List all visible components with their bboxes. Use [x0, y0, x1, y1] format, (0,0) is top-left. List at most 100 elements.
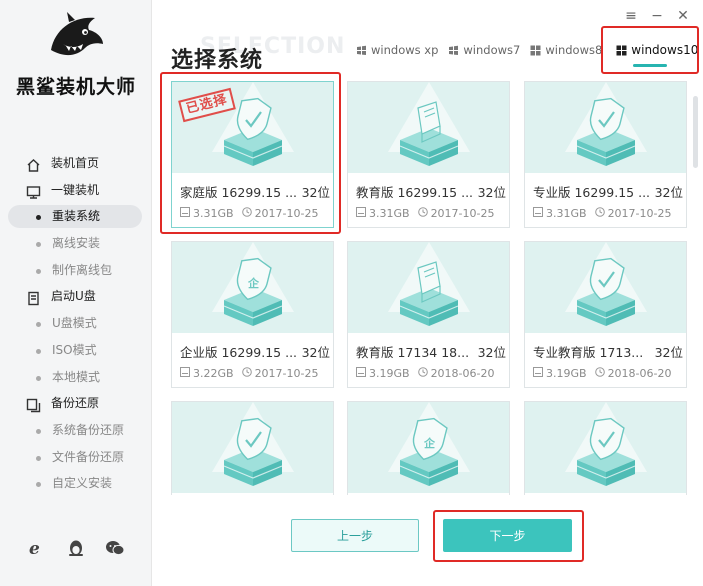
os-tabs: windows xp windows7 windows8 windows10 [356, 40, 703, 60]
clock-icon [417, 367, 428, 380]
active-tab-indicator [633, 64, 667, 67]
tab-windows8[interactable]: windows8 [530, 40, 602, 60]
system-card[interactable] [524, 401, 687, 495]
card-date: 2017-10-25 [607, 207, 672, 220]
minimize-icon[interactable]: − [651, 9, 663, 23]
clock-icon [241, 207, 252, 220]
prev-step-button[interactable]: 上一步 [291, 519, 419, 552]
sidebar-nav: 装机首页一键装机重装系统离线安装制作离线包启动U盘 U盘模式 ISO模式本地模式备份… [0, 150, 152, 497]
card-meta: 3.31GB 2017-10-25 [356, 207, 506, 220]
sidebar-item-label: ISO模式 [52, 342, 97, 357]
system-card[interactable]: 专业版 16299.15 ... 32位 3.31GB 2017-10-25 [524, 81, 687, 228]
sidebar-item-label: 文件备份还原 [52, 449, 125, 464]
windows-flag-icon [448, 45, 459, 56]
card-title: 企业版 16299.15 ... 32位 [180, 342, 330, 361]
sidebar-item-7[interactable]: ISO模式 [0, 337, 152, 364]
card-date: 2017-10-25 [254, 207, 319, 220]
tab-windows-xp[interactable]: windows xp [356, 40, 438, 60]
svg-text:e: e [29, 539, 40, 557]
menu-icon[interactable]: ≡ [625, 9, 637, 23]
card-arch: 32位 [654, 345, 683, 360]
system-card-grid: 已选择 家庭版 16299.15 ... 32位 3.31GB 2017-10-25 教育… [171, 81, 687, 495]
sidebar-item-5[interactable]: 启动U盘 [0, 283, 152, 310]
sidebar-item-4[interactable]: 制作离线包 [0, 257, 152, 284]
backup-icon [26, 396, 41, 413]
card-size: 3.31GB [369, 207, 410, 220]
windows-tiles-icon [530, 45, 541, 56]
system-card[interactable]: 企 [347, 401, 510, 495]
close-icon[interactable]: ✕ [677, 9, 689, 23]
card-edition: 企业版 16299.15 ... [180, 345, 298, 360]
sidebar-item-6[interactable]: U盘模式 [0, 310, 152, 337]
sidebar-item-11[interactable]: 文件备份还原 [0, 444, 152, 471]
system-card[interactable] [171, 401, 334, 495]
sidebar-item-label: 启动U盘 [51, 289, 96, 304]
next-step-button[interactable]: 下一步 [443, 519, 572, 552]
card-date: 2017-10-25 [254, 367, 319, 380]
card-size: 3.31GB [546, 207, 587, 220]
card-date: 2018-06-20 [430, 367, 495, 380]
enterprise-shield-icon: 企 [348, 402, 509, 493]
sidebar-item-0[interactable]: 装机首页 [0, 150, 152, 177]
sidebar-item-label: 自定义安装 [52, 476, 113, 491]
windows-flag-icon [356, 45, 367, 56]
clock-icon [594, 207, 605, 220]
svg-text:企: 企 [423, 436, 436, 450]
card-date: 2018-06-20 [607, 367, 672, 380]
system-card[interactable]: 已选择 家庭版 16299.15 ... 32位 3.31GB 2017-10-25 [171, 81, 334, 228]
card-title: 教育版 16299.15 ... 32位 [356, 182, 506, 201]
sidebar-item-label: 装机首页 [51, 156, 100, 170]
sidebar-item-label: 本地模式 [52, 369, 101, 384]
card-title: 专业版 16299.15 ... 32位 [533, 182, 683, 201]
tab-windows7[interactable]: windows7 [448, 40, 520, 60]
system-card[interactable]: 教育版 16299.15 ... 32位 3.31GB 2017-10-25 [347, 81, 510, 228]
check-shield-icon [525, 242, 686, 333]
card-arch: 32位 [654, 185, 683, 200]
home-icon [26, 156, 41, 172]
card-title: 专业教育版 1713... 32位 [533, 342, 683, 361]
check-shield-icon [525, 402, 686, 493]
scrollbar[interactable] [693, 96, 698, 168]
sidebar-item-label: U盘模式 [52, 316, 97, 331]
app-logo: 黑鲨装机大师 [0, 8, 152, 108]
card-size: 3.19GB [369, 367, 410, 380]
usb-icon [26, 289, 41, 306]
sidebar-item-9[interactable]: 备份还原 [0, 390, 152, 417]
system-card[interactable]: 教育版 17134 18... 32位 3.19GB 2018-06-20 [347, 241, 510, 388]
sidebar-item-1[interactable]: 一键装机 [0, 177, 152, 204]
sidebar-item-label: 一键装机 [51, 182, 100, 197]
sidebar: 黑鲨装机大师 装机首页一键装机重装系统离线安装制作离线包启动U盘 U盘模式 ISO模… [0, 0, 152, 586]
card-size: 3.22GB [193, 367, 234, 380]
sidebar-item-12[interactable]: 自定义安装 [0, 470, 152, 497]
card-size: 3.31GB [193, 207, 234, 220]
wechat-icon[interactable] [105, 538, 125, 558]
tab-windows10[interactable]: windows10 [616, 40, 698, 60]
clock-icon [417, 207, 428, 220]
ie-browser-icon[interactable]: e [27, 538, 47, 558]
page-title: 选择系统 [171, 48, 264, 73]
card-meta: 3.19GB 2018-06-20 [356, 367, 506, 380]
system-card[interactable]: 专业教育版 1713... 32位 3.19GB 2018-06-20 [524, 241, 687, 388]
card-title: 家庭版 16299.15 ... 32位 [180, 182, 330, 201]
system-card[interactable]: 企企业版 16299.15 ... 32位 3.22GB 2017-10-25 [171, 241, 334, 388]
card-edition: 专业版 16299.15 ... [533, 185, 651, 200]
card-meta: 3.22GB 2017-10-25 [180, 367, 330, 380]
check-shield-icon [172, 402, 333, 493]
disk-icon [356, 367, 366, 380]
card-date: 2017-10-25 [430, 207, 495, 220]
book-icon [348, 82, 509, 173]
card-meta: 3.19GB 2018-06-20 [533, 367, 683, 380]
app-name: 黑鲨装机大师 [15, 76, 136, 98]
disk-icon [180, 207, 190, 220]
sidebar-item-2[interactable]: 重装系统 [0, 203, 152, 230]
shark-logo-icon [51, 12, 103, 56]
card-arch: 32位 [477, 185, 506, 200]
windows-tiles-icon [616, 45, 627, 56]
sidebar-item-8[interactable]: 本地模式 [0, 364, 152, 391]
sidebar-item-3[interactable]: 离线安装 [0, 230, 152, 257]
clock-icon [594, 367, 605, 380]
sidebar-item-label: 重装系统 [52, 209, 101, 224]
sidebar-item-label: 离线安装 [52, 236, 101, 251]
sidebar-item-10[interactable]: 系统备份还原 [0, 417, 152, 444]
qq-penguin-icon[interactable] [66, 538, 86, 558]
